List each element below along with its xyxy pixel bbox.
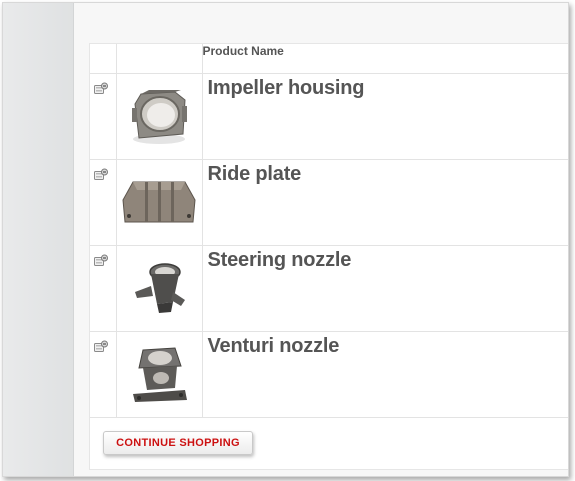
remove-icon[interactable] (94, 340, 108, 353)
table-row: Ride plate (90, 159, 569, 246)
table-row: Impeller housing (90, 73, 569, 160)
row-action-cell (90, 73, 117, 160)
product-name-cell: Venturi nozzle (201, 331, 569, 418)
product-image-cell (115, 245, 203, 332)
remove-icon[interactable] (94, 82, 108, 95)
cart-panel: Product Name Impeller housing Ride plate… (89, 43, 568, 470)
venturi-nozzle-image[interactable] (127, 342, 191, 408)
remove-icon[interactable] (94, 168, 108, 181)
cart-table: Product Name Impeller housing Ride plate… (90, 44, 568, 418)
table-row: Steering nozzle (90, 245, 569, 332)
remove-icon[interactable] (94, 254, 108, 267)
product-image-cell (115, 73, 203, 160)
product-name-link[interactable]: Impeller housing (203, 74, 569, 100)
product-name-link[interactable]: Ride plate (203, 160, 569, 186)
product-image-cell (115, 159, 203, 246)
ride-plate-image[interactable] (119, 170, 199, 234)
header-image-col (115, 44, 203, 74)
page-frame: Product Name Impeller housing Ride plate… (2, 2, 569, 477)
table-header-row: Product Name (90, 44, 568, 74)
steering-nozzle-image[interactable] (127, 256, 191, 320)
table-row: Venturi nozzle (90, 331, 569, 418)
row-action-cell (90, 331, 117, 418)
header-icon-col (90, 44, 117, 74)
product-image-cell (115, 331, 203, 418)
product-name-link[interactable]: Steering nozzle (203, 246, 569, 272)
main-content: Product Name Impeller housing Ride plate… (74, 3, 568, 476)
left-sidebar (3, 3, 74, 476)
product-name-cell: Impeller housing (201, 73, 569, 160)
product-name-cell: Steering nozzle (201, 245, 569, 332)
product-name-link[interactable]: Venturi nozzle (203, 332, 569, 358)
impeller-housing-image[interactable] (127, 84, 191, 148)
continue-shopping-button[interactable]: CONTINUE SHOPPING (103, 431, 253, 455)
header-product-name: Product Name (201, 44, 568, 74)
row-action-cell (90, 159, 117, 246)
product-name-cell: Ride plate (201, 159, 569, 246)
row-action-cell (90, 245, 117, 332)
